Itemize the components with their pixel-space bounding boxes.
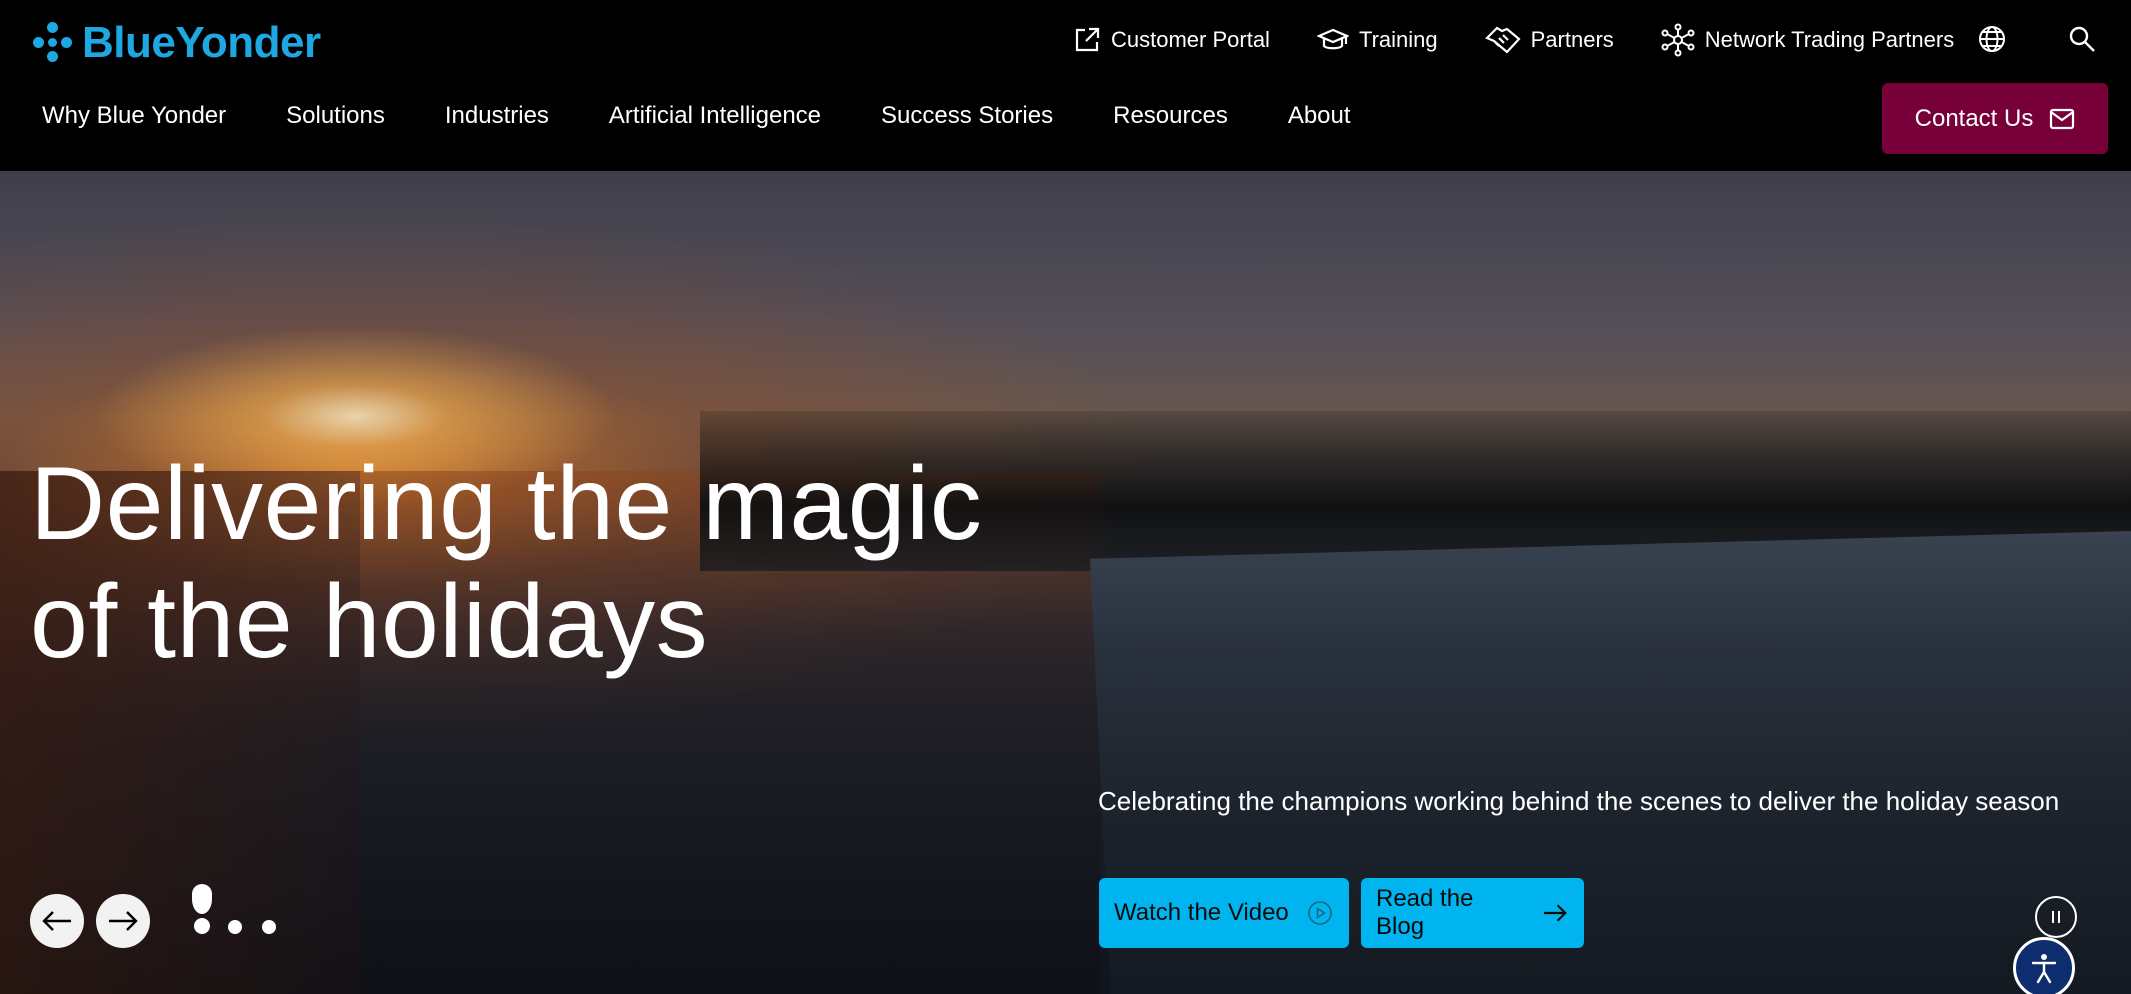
nav-about[interactable]: About [1288, 102, 1351, 130]
utility-partners[interactable]: Partners [1484, 24, 1614, 56]
utility-training-label: Training [1358, 27, 1438, 52]
read-blog-button[interactable]: Read the Blog [1361, 878, 1584, 948]
carousel-pause-button[interactable] [2035, 896, 2077, 938]
carousel-prev-button[interactable] [30, 894, 84, 948]
carousel-dot-active-base [194, 918, 210, 934]
contact-us-label: Contact Us [1914, 104, 2034, 132]
utility-partners-label: Partners [1530, 27, 1614, 52]
nav-industries[interactable]: Industries [445, 102, 549, 130]
accessibility-button[interactable] [2013, 937, 2075, 994]
globe-icon [1979, 26, 2005, 52]
logo-mark-icon [30, 21, 74, 65]
site-header: BlueYonder Customer Portal Training Part… [0, 0, 2131, 171]
search-icon [2069, 26, 2095, 52]
search-button[interactable] [2065, 22, 2099, 56]
carousel-indicators [190, 884, 280, 944]
nav-artificial-intelligence[interactable]: Artificial Intelligence [609, 102, 821, 130]
mail-icon [2050, 108, 2075, 129]
carousel-next-button[interactable] [96, 894, 150, 948]
network-icon [1661, 23, 1695, 57]
main-nav: Why Blue Yonder Solutions Industries Art… [42, 100, 1411, 132]
watch-video-label: Watch the Video [1114, 899, 1289, 926]
handshake-icon [1484, 26, 1521, 54]
hero-subtext: Celebrating the champions working behind… [1098, 786, 2060, 816]
arrow-right-icon [1543, 904, 1567, 922]
arrow-left-icon [42, 911, 71, 931]
graduation-cap-icon [1316, 28, 1349, 50]
carousel-dot[interactable] [262, 920, 276, 934]
contact-us-button[interactable]: Contact Us [1882, 83, 2108, 154]
language-button[interactable] [1975, 22, 2009, 56]
read-blog-label: Read the Blog [1376, 885, 1474, 940]
utility-customer-portal[interactable]: Customer Portal [1073, 26, 1270, 54]
watch-video-button[interactable]: Watch the Video [1099, 878, 1349, 948]
carousel-dot-active[interactable] [192, 884, 212, 914]
nav-resources[interactable]: Resources [1113, 102, 1228, 130]
hero-headline: Delivering the magic of the holidays [30, 445, 1080, 681]
hero-headline-line-2: of the holidays [30, 564, 709, 680]
brand-name: BlueYonder [82, 18, 321, 67]
external-link-icon [1075, 27, 1100, 52]
nav-solutions[interactable]: Solutions [286, 102, 385, 130]
carousel-dot[interactable] [228, 920, 242, 934]
hero-headline-line-1: Delivering the magic [30, 446, 983, 562]
accessibility-icon [2031, 954, 2057, 984]
utility-network-trading-partners-label: Network Trading Partners [1704, 27, 1955, 52]
utility-nav: Customer Portal Training Partners Networ… [1073, 20, 2001, 60]
utility-training[interactable]: Training [1316, 26, 1438, 54]
brand-logo[interactable]: BlueYonder [30, 18, 321, 67]
pause-icon-bar [2058, 911, 2060, 923]
arrow-right-icon [109, 911, 138, 931]
nav-why-blue-yonder[interactable]: Why Blue Yonder [42, 102, 226, 130]
nav-success-stories[interactable]: Success Stories [881, 102, 1053, 130]
play-circle-icon [1307, 901, 1332, 925]
utility-network-trading-partners[interactable]: Network Trading Partners [1661, 23, 1954, 57]
utility-customer-portal-label: Customer Portal [1111, 27, 1270, 52]
pause-icon [2052, 911, 2054, 923]
